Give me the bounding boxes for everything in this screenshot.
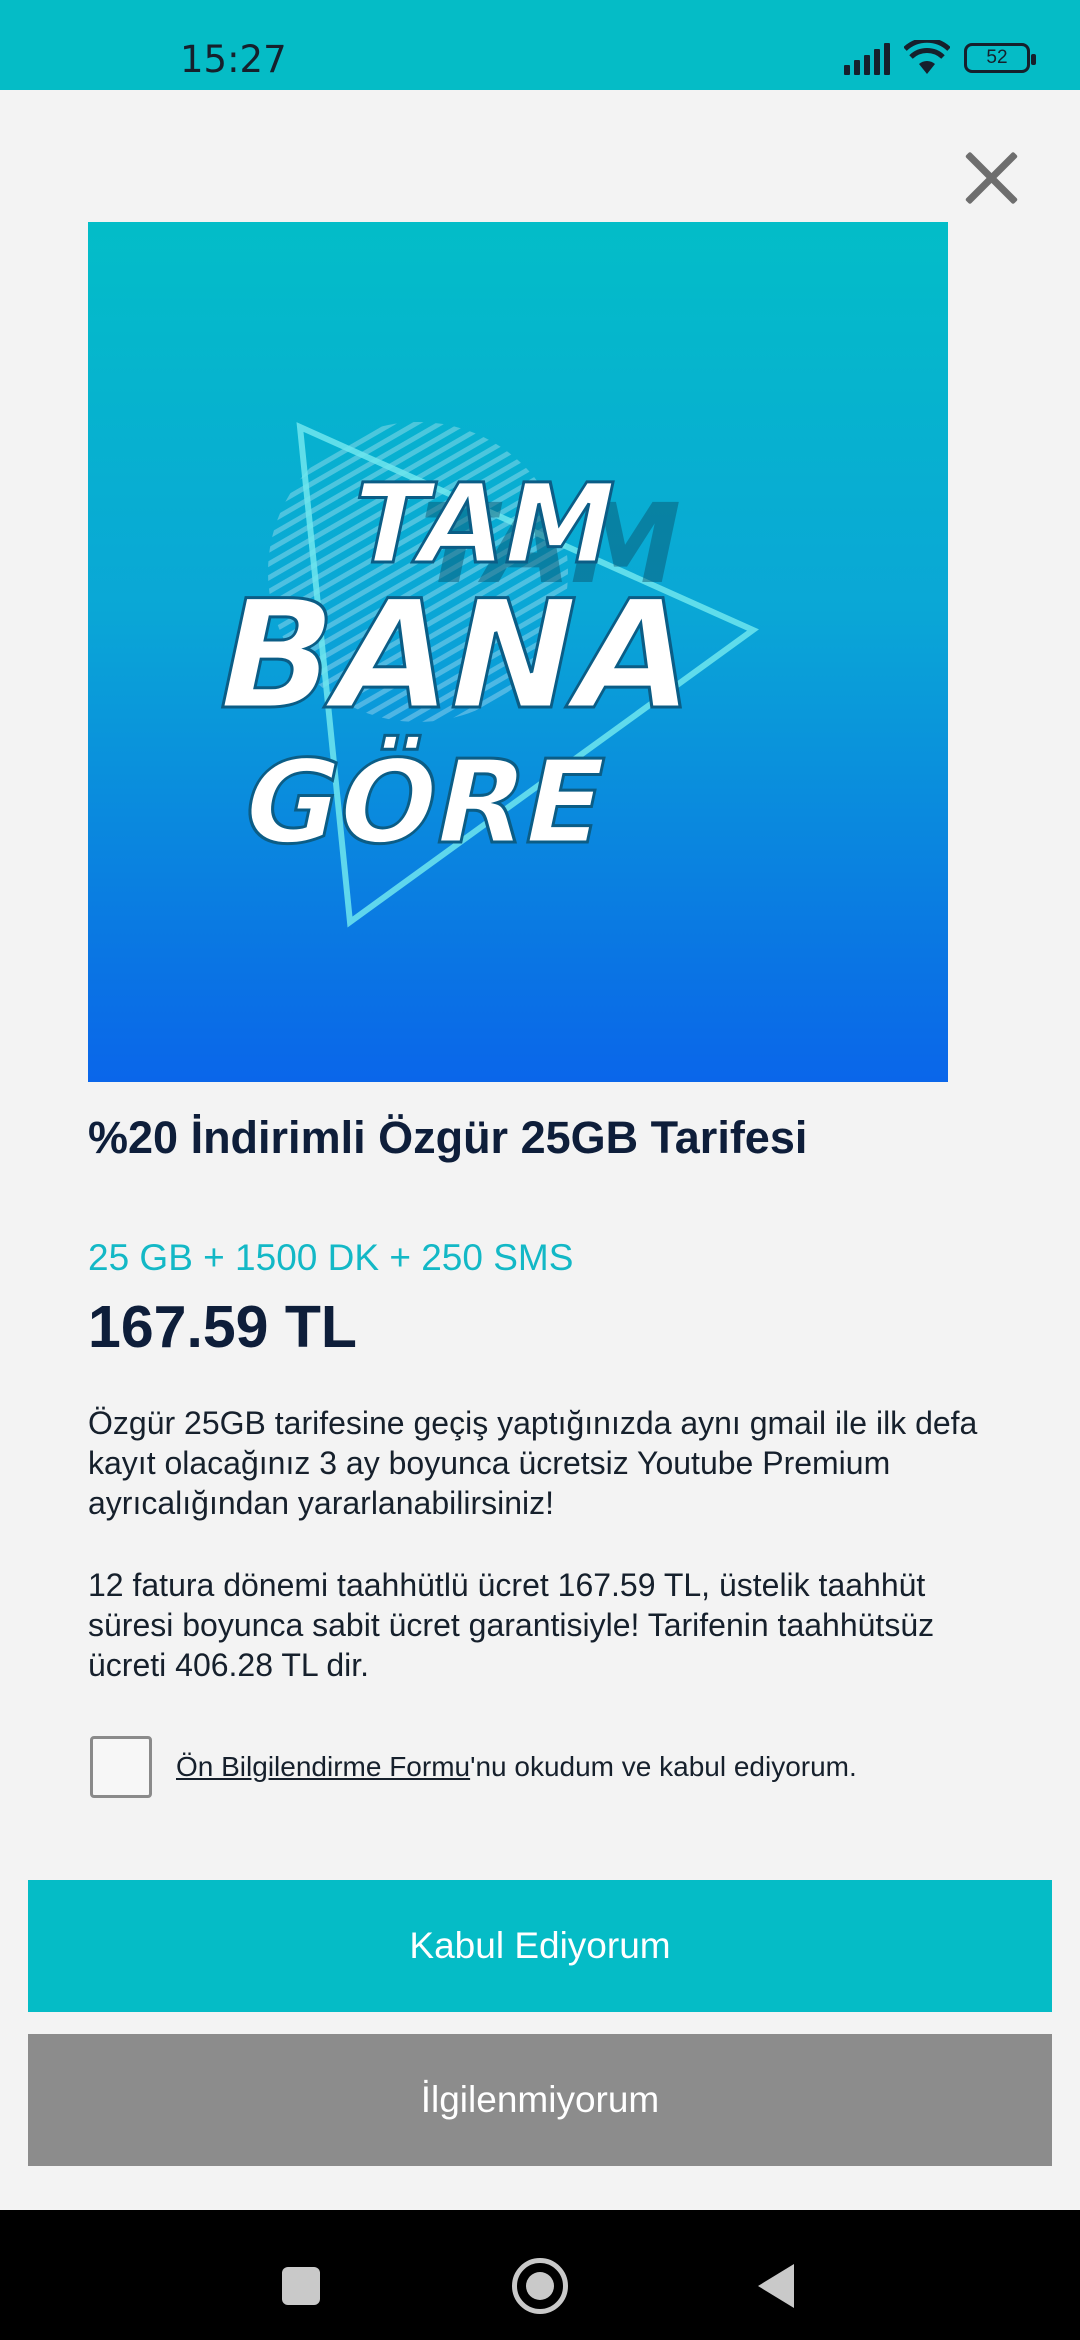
close-button[interactable]	[962, 148, 1022, 208]
recent-apps-icon[interactable]	[282, 2267, 320, 2305]
status-bar: 15:27 52	[0, 0, 1080, 90]
home-icon[interactable]	[512, 2258, 568, 2314]
consent-text: Ön Bilgilendirme Formu'nu okudum ve kabu…	[176, 1751, 857, 1783]
back-icon[interactable]	[758, 2264, 794, 2308]
offer-price: 167.59 TL	[88, 1294, 357, 1360]
consent-label: 'nu okudum ve kabul ediyorum.	[470, 1751, 857, 1782]
decline-button[interactable]: İlgilenmiyorum	[28, 2034, 1052, 2166]
navigation-bar	[0, 2210, 1080, 2340]
consent-checkbox[interactable]	[90, 1736, 152, 1798]
offer-description: Özgür 25GB tarifesine geçiş yaptığınızda…	[88, 1405, 978, 1521]
signal-icon	[844, 41, 890, 75]
image-text-bana: BANA	[201, 568, 710, 743]
wifi-icon	[904, 40, 950, 74]
battery-level: 52	[986, 47, 1008, 68]
consent-row: Ön Bilgilendirme Formu'nu okudum ve kabu…	[90, 1736, 857, 1798]
battery-icon: 52	[964, 43, 1036, 73]
promo-image: TAM TAM BANA GÖRE	[88, 222, 948, 1082]
image-text-gore: GÖRE	[231, 736, 619, 870]
commitment-description: 12 fatura dönemi taahhütlü ücret 167.59 …	[88, 1567, 935, 1683]
package-summary: 25 GB + 1500 DK + 250 SMS	[88, 1237, 574, 1278]
status-icons: 52	[844, 40, 1036, 76]
offer-title: %20 İndirimli Özgür 25GB Tarifesi	[88, 1112, 808, 1163]
info-form-link[interactable]: Ön Bilgilendirme Formu	[176, 1751, 470, 1782]
accept-button[interactable]: Kabul Ediyorum	[28, 1880, 1052, 2012]
status-time: 15:27	[180, 38, 287, 81]
